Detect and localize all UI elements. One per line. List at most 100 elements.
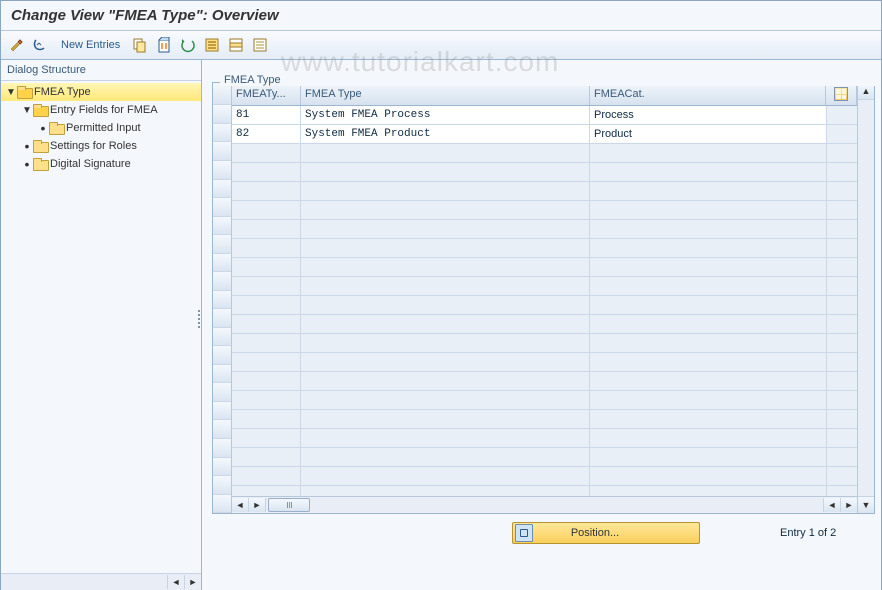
row-spacer bbox=[827, 220, 857, 238]
row-selector[interactable] bbox=[213, 476, 231, 495]
cell-b bbox=[301, 239, 590, 257]
row-selector[interactable] bbox=[213, 161, 231, 180]
row-selector[interactable] bbox=[213, 439, 231, 458]
position-button[interactable]: Position... bbox=[512, 522, 700, 544]
cell-b bbox=[301, 315, 590, 333]
row-selector[interactable] bbox=[213, 180, 231, 199]
cell-b[interactable]: System FMEA Process bbox=[301, 106, 590, 124]
tree-item[interactable]: ▼FMEA Type bbox=[1, 83, 201, 101]
row-spacer bbox=[827, 106, 857, 124]
row-selector[interactable] bbox=[213, 217, 231, 236]
table-row bbox=[232, 258, 857, 277]
cell-a bbox=[232, 391, 301, 409]
row-selector[interactable] bbox=[213, 198, 231, 217]
row-selector[interactable] bbox=[213, 142, 231, 161]
row-selector[interactable] bbox=[213, 365, 231, 384]
column-header-fmea-cat[interactable]: FMEACat. bbox=[590, 83, 826, 105]
row-spacer bbox=[827, 448, 857, 466]
cell-c[interactable]: Product bbox=[590, 125, 827, 143]
row-selector[interactable] bbox=[213, 458, 231, 477]
row-selector[interactable] bbox=[213, 420, 231, 439]
cell-b bbox=[301, 277, 590, 295]
cell-b bbox=[301, 429, 590, 447]
row-selector[interactable] bbox=[213, 402, 231, 421]
row-selector[interactable] bbox=[213, 328, 231, 347]
scroll-right-step-icon[interactable]: ► bbox=[249, 498, 266, 512]
cell-b bbox=[301, 182, 590, 200]
scroll-down-icon[interactable]: ▼ bbox=[858, 496, 874, 513]
folder-icon bbox=[33, 158, 47, 170]
tree-item[interactable]: • Settings for Roles bbox=[1, 137, 201, 155]
tree-item[interactable]: ▼Entry Fields for FMEA bbox=[1, 101, 201, 119]
grid-title: FMEA Type bbox=[220, 74, 879, 86]
table-row: 82System FMEA ProductProduct bbox=[232, 125, 857, 144]
row-selector[interactable] bbox=[213, 346, 231, 365]
cell-b bbox=[301, 334, 590, 352]
row-selector[interactable] bbox=[213, 254, 231, 273]
cell-c[interactable]: Process bbox=[590, 106, 827, 124]
undo-change-icon[interactable] bbox=[178, 35, 198, 55]
cell-a[interactable]: 81 bbox=[232, 106, 301, 124]
cell-c bbox=[590, 239, 827, 257]
find-icon[interactable] bbox=[31, 35, 51, 55]
cell-a bbox=[232, 315, 301, 333]
grid-vertical-scrollbar[interactable]: ▲ ▼ bbox=[857, 83, 874, 513]
row-selector[interactable] bbox=[213, 495, 231, 514]
row-selector[interactable] bbox=[213, 235, 231, 254]
page-title: Change View "FMEA Type": Overview bbox=[1, 1, 881, 31]
row-selector[interactable] bbox=[213, 383, 231, 402]
cell-b bbox=[301, 391, 590, 409]
row-selector[interactable] bbox=[213, 309, 231, 328]
cell-b[interactable]: System FMEA Product bbox=[301, 125, 590, 143]
deselect-all-icon[interactable] bbox=[250, 35, 270, 55]
collapse-icon[interactable]: ▼ bbox=[5, 87, 17, 98]
tree-item[interactable]: •Permitted Input bbox=[1, 119, 201, 137]
column-header-fmea-type[interactable]: FMEA Type bbox=[301, 83, 590, 105]
table-row bbox=[232, 144, 857, 163]
row-selector[interactable] bbox=[213, 105, 231, 124]
tree-item-label: Settings for Roles bbox=[50, 140, 137, 152]
leaf-bullet-icon: • bbox=[21, 159, 33, 169]
cell-c bbox=[590, 220, 827, 238]
select-block-icon[interactable] bbox=[226, 35, 246, 55]
scroll-left-icon[interactable]: ◄ bbox=[167, 575, 184, 589]
tree-item[interactable]: •Digital Signature bbox=[1, 155, 201, 173]
delete-icon[interactable] bbox=[154, 35, 174, 55]
position-icon bbox=[515, 524, 533, 542]
row-spacer bbox=[827, 353, 857, 371]
collapse-icon[interactable]: ▼ bbox=[21, 105, 33, 116]
cell-b bbox=[301, 467, 590, 485]
toggle-display-change-icon[interactable] bbox=[7, 35, 27, 55]
new-entries-button[interactable]: New Entries bbox=[55, 39, 126, 51]
scroll-right-icon[interactable]: ► bbox=[840, 498, 857, 512]
row-spacer bbox=[827, 296, 857, 314]
scroll-thumb[interactable] bbox=[268, 498, 310, 512]
scroll-right-icon[interactable]: ► bbox=[184, 575, 201, 589]
configure-columns-button[interactable] bbox=[826, 83, 857, 105]
grid-horizontal-scrollbar[interactable]: ◄ ► ◄ ► bbox=[232, 496, 857, 513]
folder-icon bbox=[33, 104, 47, 116]
tree-horizontal-scrollbar[interactable]: ◄ ► bbox=[1, 573, 201, 590]
grid-header-row: FMEATy... FMEA Type FMEACat. bbox=[232, 83, 857, 106]
scroll-left-step-icon[interactable]: ◄ bbox=[823, 498, 840, 512]
cell-c bbox=[590, 429, 827, 447]
column-header-fmea-type-key[interactable]: FMEATy... bbox=[232, 83, 301, 105]
table-row bbox=[232, 429, 857, 448]
cell-a bbox=[232, 353, 301, 371]
row-spacer bbox=[827, 239, 857, 257]
row-spacer bbox=[827, 410, 857, 428]
select-all-icon[interactable] bbox=[202, 35, 222, 55]
table-row bbox=[232, 296, 857, 315]
row-selector[interactable] bbox=[213, 291, 231, 310]
cell-a[interactable]: 82 bbox=[232, 125, 301, 143]
cell-b bbox=[301, 448, 590, 466]
cell-a bbox=[232, 182, 301, 200]
table-row bbox=[232, 372, 857, 391]
copy-as-icon[interactable] bbox=[130, 35, 150, 55]
row-selector[interactable] bbox=[213, 124, 231, 143]
cell-c bbox=[590, 258, 827, 276]
cell-c bbox=[590, 277, 827, 295]
scroll-left-icon[interactable]: ◄ bbox=[232, 498, 249, 512]
row-selector[interactable] bbox=[213, 272, 231, 291]
leaf-bullet-icon: • bbox=[21, 141, 33, 151]
